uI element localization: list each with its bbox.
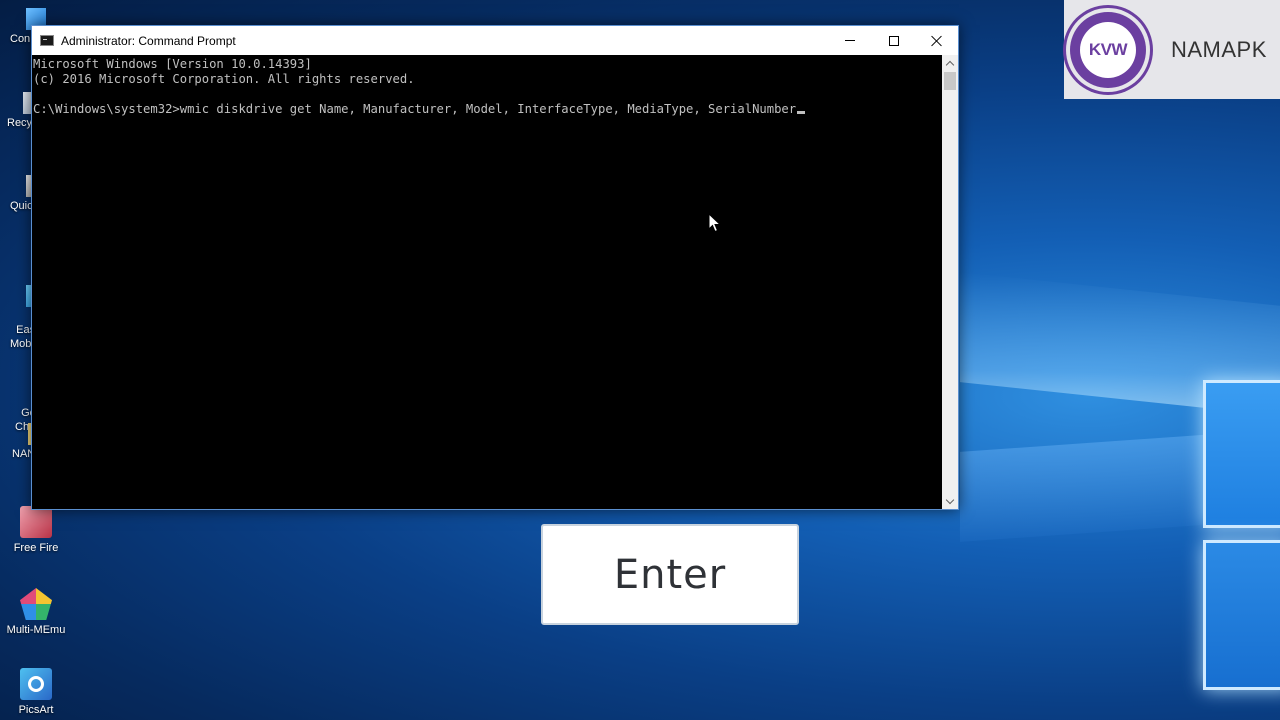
scrollbar-thumb[interactable] [944, 72, 956, 90]
desktop-icon-label: Multi-MEmu [6, 624, 66, 636]
mouse-pointer-icon [708, 213, 722, 233]
chevron-up-icon [945, 60, 955, 69]
maximize-icon [889, 35, 899, 46]
maximize-button[interactable] [872, 26, 916, 55]
desktop-icon-label: PicsArt [18, 704, 54, 716]
brand-name: NAMAPK [1171, 36, 1267, 62]
kvw-badge-logo: KVW [1070, 11, 1146, 88]
key-label: Enter [613, 551, 727, 598]
close-icon [931, 35, 943, 47]
wallpaper-windows-logo-pane [1203, 380, 1280, 528]
chevron-down-icon [945, 495, 955, 504]
enter-key-overlay: Enter [541, 524, 799, 625]
free-fire-icon [20, 506, 52, 538]
minimize-icon [845, 40, 855, 41]
multi-memu-icon [20, 588, 52, 620]
scroll-up-button[interactable] [942, 55, 958, 71]
wallpaper-windows-logo-pane [1203, 540, 1280, 690]
desktop-icon-label: Free Fire [13, 542, 59, 554]
scroll-down-button[interactable] [942, 493, 958, 509]
desktop-icon-label: Recy [7, 117, 33, 129]
command-prompt-window[interactable]: Administrator: Command Prompt Microsoft … [31, 25, 959, 510]
window-title: Administrator: Command Prompt [61, 33, 236, 48]
close-button[interactable] [915, 26, 959, 55]
desktop-icon-free-fire[interactable]: Free Fire [0, 506, 72, 554]
desktop-icon-label: Quic [10, 200, 33, 212]
desktop-icon-label: Con [10, 33, 31, 45]
vertical-scrollbar[interactable] [942, 55, 958, 509]
minimize-button[interactable] [828, 26, 872, 55]
desktop-icon-multi-memu[interactable]: Multi-MEmu [0, 588, 72, 636]
console-command: C:\Windows\system32>wmic diskdrive get N… [33, 102, 797, 116]
console-line: Microsoft Windows [Version 10.0.14393] [33, 57, 312, 71]
picsart-icon [20, 668, 52, 700]
console-command-line[interactable]: C:\Windows\system32>wmic diskdrive get N… [33, 102, 943, 117]
console-output[interactable]: Microsoft Windows [Version 10.0.14393] (c… [32, 55, 943, 509]
badge-text: KVW [1088, 39, 1128, 59]
text-cursor [797, 111, 806, 114]
console-line: (c) 2016 Microsoft Corporation. All righ… [33, 72, 415, 86]
channel-watermark: KVW NAMAPK [1064, 0, 1280, 99]
title-bar[interactable]: Administrator: Command Prompt [32, 26, 958, 55]
desktop-icon-picsart[interactable]: PicsArt [0, 668, 72, 716]
cmd-icon[interactable] [40, 35, 54, 46]
